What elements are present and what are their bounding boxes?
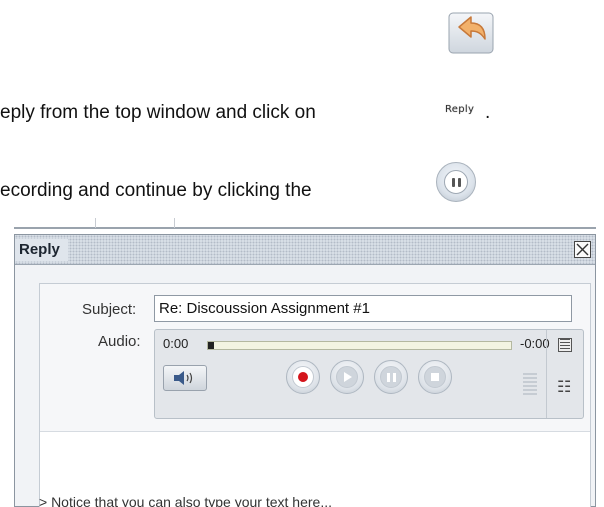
message-body-text[interactable]: > Notice that you can also type your tex…: [39, 494, 332, 507]
play-icon: [344, 372, 352, 382]
volume-button[interactable]: [163, 365, 207, 391]
reply-form-panel: Subject: Audio: 0:00 -0:00: [39, 283, 591, 507]
list-icon[interactable]: [558, 338, 572, 352]
audio-progress-bar[interactable]: [207, 341, 512, 350]
audio-progress-fill: [208, 342, 215, 349]
pause-icon: [380, 366, 402, 388]
audio-label: Audio:: [98, 333, 141, 350]
instruction-line-1-end: .: [485, 102, 491, 123]
instruction-line-2: ecording and continue by clicking the: [0, 180, 312, 201]
reply-dialog: Reply Subject: Audio: 0:00 -0:00: [14, 234, 596, 507]
subject-input[interactable]: [154, 295, 572, 322]
grip-icon[interactable]: ☷: [557, 380, 571, 396]
reply-button-hint: Reply: [445, 104, 485, 126]
subject-label: Subject:: [82, 301, 137, 318]
audio-side-toolbar: ☷: [546, 330, 584, 418]
stop-button[interactable]: [418, 360, 452, 394]
audio-recorder: 0:00 -0:00 ☷: [154, 329, 584, 419]
reply-arrow-icon: [445, 5, 499, 59]
instruction-line-1: eply from the top window and click on: [0, 102, 316, 123]
dialog-title: Reply: [15, 239, 68, 261]
stop-icon: [431, 373, 439, 381]
level-meter: [523, 373, 537, 395]
reply-button-hint-label: Reply: [445, 104, 475, 115]
form-header: Subject: Audio: 0:00 -0:00: [40, 284, 590, 432]
dialog-titlebar[interactable]: Reply: [15, 235, 595, 265]
window-tab-edge: [95, 218, 175, 228]
play-button[interactable]: [330, 360, 364, 394]
time-elapsed: 0:00: [163, 336, 189, 351]
close-icon: [576, 243, 589, 256]
speaker-icon: [174, 371, 193, 385]
pause-icon: [436, 162, 476, 202]
record-button[interactable]: [286, 360, 320, 394]
close-button[interactable]: [574, 241, 591, 258]
pause-button[interactable]: [374, 360, 408, 394]
record-icon: [298, 372, 308, 382]
